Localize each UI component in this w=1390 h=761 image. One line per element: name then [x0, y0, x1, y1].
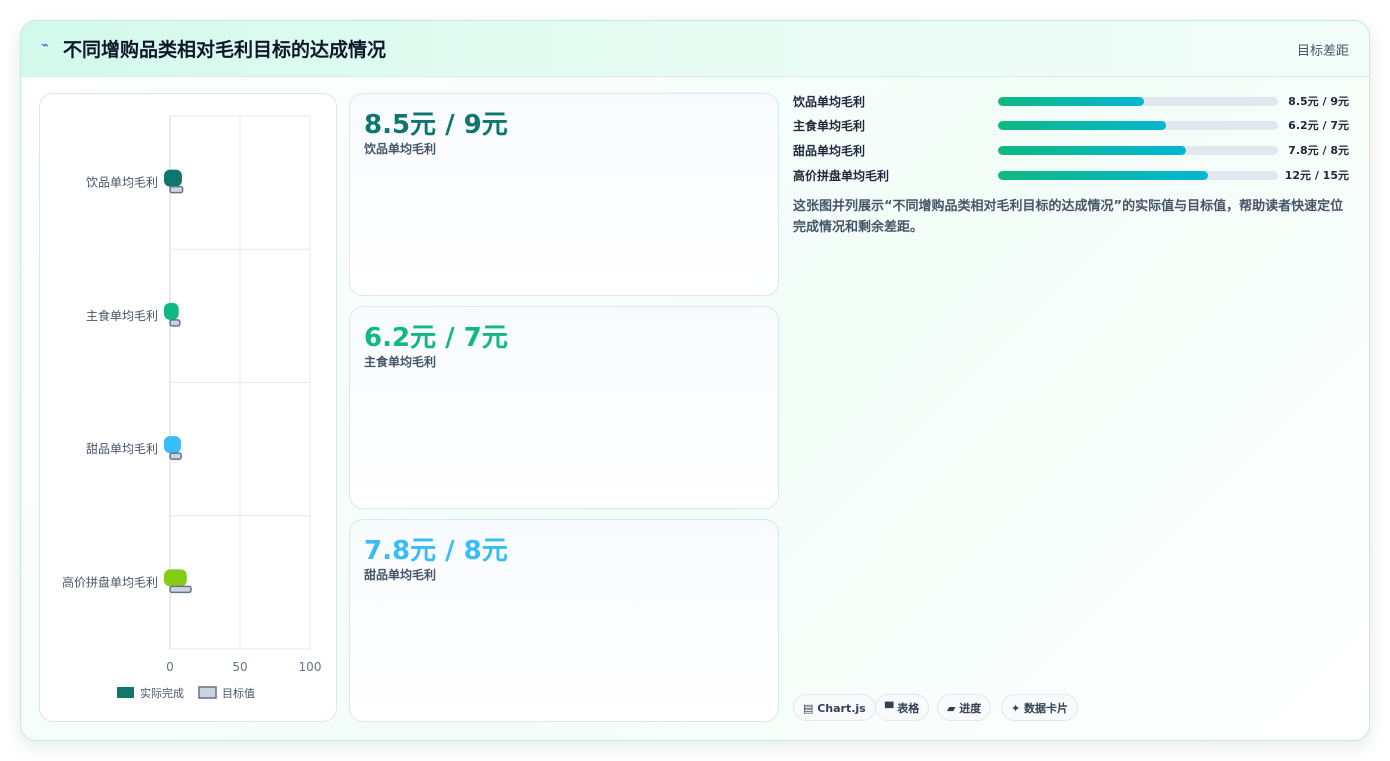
y-tick-label: 甜品单均毛利 [86, 442, 158, 456]
progress-fill [998, 171, 1208, 180]
stat-value: 7.8元 / 8元 [364, 536, 508, 566]
progress-row: 高价拼盘单均毛利 12元 / 15元 [793, 166, 1349, 184]
x-tick-label: 50 [232, 660, 247, 674]
progress-value: 12元 / 15元 [1284, 169, 1349, 182]
stat-value: 8.5元 / 9元 [364, 110, 508, 140]
progress-fill [998, 121, 1166, 130]
progress-label: 甜品单均毛利 [793, 144, 866, 158]
dashboard-card: ⌁ 不同增购品类相对毛利目标的达成情况 目标差距 饮品单均毛利 主食单均毛利 甜品单… [20, 20, 1370, 741]
bar-chart-panel: 饮品单均毛利 主食单均毛利 甜品单均毛利高价拼盘单均毛利 0 50 100 实际完成 目标值 [39, 93, 337, 722]
progress-value: 7.8元 / 8元 [1288, 144, 1349, 157]
y-tick-label: 饮品单均毛利 [86, 176, 158, 190]
bar-chart: 饮品单均毛利主食单均毛利甜品单均毛利高价拼盘单均毛利 0 50 100 实际完成 目标值 [62, 115, 322, 700]
bar-actual [164, 169, 182, 187]
legend-swatch-actual [117, 687, 134, 698]
tag-progress[interactable]: ▰ 进度 [937, 694, 992, 721]
progress-track [998, 121, 1278, 130]
bar-target [169, 185, 184, 194]
progress-value: 8.5元 / 9元 [1288, 95, 1349, 108]
progress-row: 甜品单均毛利 7.8元 / 8元 [793, 141, 1349, 159]
tag-chartjs[interactable]: ▤ Chart.js [793, 694, 876, 721]
tag-table[interactable]: ▀ 表格 [875, 694, 930, 721]
page-title: 不同增购品类相对毛利目标的达成情况 [63, 39, 387, 61]
progress-label: 饮品单均毛利 [793, 95, 866, 109]
progress-value: 6.2元 / 7元 [1288, 119, 1349, 132]
bar-target [169, 319, 181, 327]
stat-card-drinks: 8.5元 / 9元 饮品单均毛利 [349, 93, 779, 296]
card-header: ⌁ 不同增购品类相对毛利目标的达成情况 目标差距 [21, 21, 1369, 77]
progress-fill [998, 97, 1144, 106]
bar-actual [164, 302, 179, 320]
progress-label: 主食单均毛利 [793, 119, 866, 133]
legend-label-target: 目标值 [222, 686, 255, 700]
stat-value: 6.2元 / 7元 [364, 323, 508, 353]
legend-swatch-target [198, 686, 217, 699]
progress-track [998, 146, 1278, 155]
progress-row: 主食单均毛利 6.2元 / 7元 [793, 116, 1349, 134]
y-tick-label: 主食单均毛利 [86, 308, 158, 323]
progress-track [998, 97, 1278, 106]
legend-label-actual: 实际完成 [140, 686, 184, 700]
lightning-icon: ⌁ [41, 38, 49, 53]
bar-actual [164, 569, 187, 587]
progress-label: 高价拼盘单均毛利 [793, 169, 890, 183]
bar-actual [164, 436, 181, 454]
progress-fill [998, 146, 1186, 155]
bar-target [169, 585, 192, 594]
progress-track [998, 171, 1278, 180]
bar-target [169, 452, 182, 460]
x-tick-label: 100 [299, 660, 322, 674]
stat-card-staple: 6.2元 / 7元 主食单均毛利 [349, 306, 779, 509]
chart-description: 这张图并列展示“不同增购品类相对毛利目标的达成情况”的实际值与目标值，帮助读者快… [793, 199, 1344, 235]
progress-row: 饮品单均毛利 8.5元 / 9元 [793, 92, 1349, 110]
stat-label: 甜品单均毛利 [364, 568, 437, 582]
y-tick-label: 高价拼盘单均毛利 [62, 574, 158, 589]
target-gap-label: 目标差距 [1296, 44, 1349, 59]
stat-label: 主食单均毛利 [364, 355, 437, 369]
tag-data-card[interactable]: ✦ 数据卡片 [1001, 694, 1079, 721]
stat-label: 饮品单均毛利 [364, 142, 437, 156]
stat-card-dessert: 7.8元 / 8元 甜品单均毛利 [349, 519, 779, 722]
x-tick-label: 0 [166, 660, 174, 674]
